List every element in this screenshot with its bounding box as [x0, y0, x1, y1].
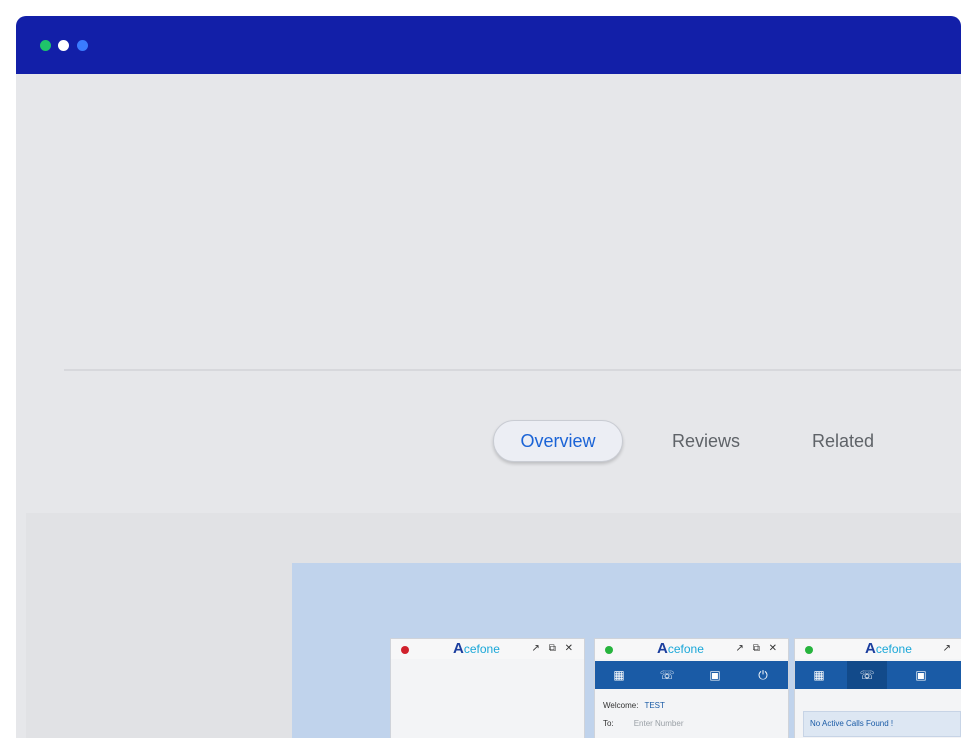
panel-header: Acefone ↗ ⧉ ✕	[391, 639, 584, 659]
contacts-icon[interactable]: ▣	[913, 667, 929, 683]
status-dot-icon	[605, 646, 613, 654]
browser-window: Overview Reviews Related Acefone ↗ ⧉ ✕ A…	[16, 16, 961, 738]
tab-reviews[interactable]: Reviews	[656, 422, 756, 460]
panel-toolbar: ▦ ☏ ▣ ⏻	[595, 661, 788, 689]
blue-dot-icon[interactable]	[77, 40, 88, 51]
softphone-panel-1: Acefone ↗ ⧉ ✕	[390, 638, 585, 738]
acefone-logo: Acefone	[657, 640, 704, 657]
welcome-line: Welcome: TEST	[603, 701, 665, 710]
window-controls[interactable]: ↗ ⧉ ✕	[532, 641, 576, 657]
tab-related[interactable]: Related	[798, 422, 888, 460]
window-controls[interactable]: ↗ ⧉ ✕	[736, 641, 780, 657]
acefone-logo: Acefone	[865, 640, 912, 657]
panel-header: Acefone ↗	[795, 639, 961, 659]
green-dot-icon[interactable]	[40, 40, 51, 51]
dialpad-icon[interactable]: ▦	[811, 667, 827, 683]
status-dot-icon	[401, 646, 409, 654]
panel-toolbar: ▦ ☏ ▣	[795, 661, 961, 689]
phone-icon[interactable]: ☏	[659, 667, 675, 683]
panel-header: Acefone ↗ ⧉ ✕	[595, 639, 788, 659]
dialpad-icon[interactable]: ▦	[611, 667, 627, 683]
contacts-icon[interactable]: ▣	[707, 667, 723, 683]
softphone-panel-3: Acefone ↗ ▦ ☏ ▣ No Active Calls Found !	[794, 638, 961, 738]
power-icon[interactable]: ⏻	[755, 667, 771, 683]
window-titlebar	[16, 16, 961, 74]
white-dot-icon[interactable]	[58, 40, 69, 51]
window-controls[interactable]: ↗	[943, 641, 954, 657]
softphone-panel-2: Acefone ↗ ⧉ ✕ ▦ ☏ ▣ ⏻ Welcome: TEST To: En…	[594, 638, 789, 738]
acefone-logo: Acefone	[453, 640, 500, 657]
status-dot-icon	[805, 646, 813, 654]
no-calls-message: No Active Calls Found !	[803, 711, 961, 737]
tab-bar: Overview Reviews Related	[16, 416, 961, 476]
tab-overview[interactable]: Overview	[493, 420, 623, 462]
to-field[interactable]: To: Enter Number	[603, 719, 683, 728]
phone-icon[interactable]: ☏	[847, 661, 887, 689]
section-divider	[64, 369, 961, 371]
